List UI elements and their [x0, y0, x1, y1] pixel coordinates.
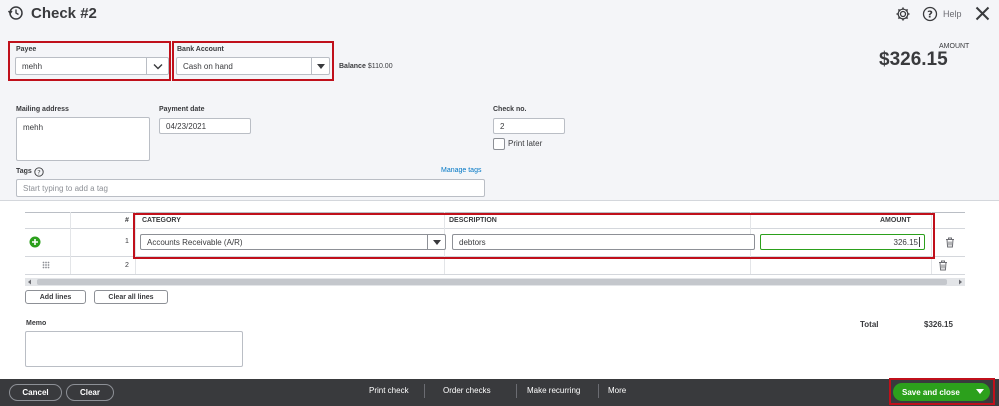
clear-button[interactable]: Clear — [66, 384, 114, 401]
help-icon[interactable]: ? — [922, 6, 938, 22]
total-label: Total — [860, 320, 879, 329]
transaction-header-panel — [0, 0, 999, 201]
tags-info-icon[interactable]: ? — [34, 167, 44, 177]
balance-value: $110.00 — [367, 63, 393, 70]
scroll-left-icon[interactable] — [27, 279, 33, 285]
save-and-close-label: Save and close — [902, 387, 960, 397]
row-number: 1 — [125, 238, 129, 245]
bank-account-select[interactable]: Cash on hand — [176, 57, 330, 75]
svg-text:?: ? — [37, 169, 40, 177]
mailing-address-label: Mailing address — [16, 106, 69, 113]
payee-label: Payee — [16, 46, 37, 53]
chevron-down-icon — [153, 63, 162, 69]
balance-label: Balance — [339, 63, 366, 70]
add-line-icon[interactable] — [29, 236, 41, 248]
svg-text:?: ? — [927, 10, 933, 21]
print-check-link[interactable]: Print check — [369, 386, 409, 395]
check-no-value: 2 — [500, 121, 505, 131]
table-horizontal-scrollbar[interactable] — [25, 278, 965, 286]
total-value: $326.15 — [924, 320, 953, 329]
caret-down-icon — [316, 63, 325, 69]
payee-value: mehh — [22, 61, 43, 71]
payment-date-field[interactable]: 04/23/2021 — [159, 118, 251, 134]
caret-down-icon[interactable] — [976, 389, 984, 394]
print-later-label[interactable]: Print later — [508, 139, 542, 148]
payee-select[interactable]: mehh — [15, 57, 169, 75]
mailing-address-value: mehh — [23, 123, 44, 132]
history-icon[interactable] — [7, 5, 25, 21]
bank-account-dropdown-button[interactable] — [311, 58, 329, 74]
clear-all-lines-button[interactable]: Clear all lines — [94, 290, 168, 304]
save-and-close-button[interactable]: Save and close — [893, 383, 990, 401]
page-title: Check #2 — [31, 5, 97, 22]
gear-icon[interactable] — [895, 6, 911, 22]
memo-field[interactable] — [25, 331, 243, 367]
table-row-2-border — [25, 274, 965, 275]
amount-total: $326.15 — [879, 49, 948, 70]
footer-separator — [516, 384, 517, 398]
trash-icon[interactable] — [945, 237, 955, 248]
payment-date-label: Payment date — [159, 106, 205, 113]
scroll-right-icon[interactable] — [957, 279, 963, 285]
row-number: 2 — [125, 262, 129, 269]
drag-handle-icon[interactable] — [42, 261, 50, 269]
memo-label: Memo — [26, 320, 47, 327]
print-later-checkbox[interactable] — [493, 138, 505, 150]
bank-account-value: Cash on hand — [183, 61, 233, 71]
mailing-address-field[interactable]: mehh — [16, 117, 150, 161]
footer-bar — [0, 379, 999, 406]
help-label[interactable]: Help — [943, 9, 962, 19]
scrollbar-thumb[interactable] — [37, 279, 947, 285]
manage-tags-link[interactable]: Manage tags — [441, 167, 481, 174]
tags-label: Tags — [16, 168, 32, 175]
tags-placeholder: Start typing to add a tag — [23, 183, 108, 193]
footer-separator — [424, 384, 425, 398]
bank-account-label: Bank Account — [177, 46, 224, 53]
more-link[interactable]: More — [608, 386, 626, 395]
order-checks-link[interactable]: Order checks — [443, 386, 491, 395]
make-recurring-link[interactable]: Make recurring — [527, 386, 580, 395]
tags-input[interactable]: Start typing to add a tag — [16, 179, 485, 197]
payee-dropdown-button[interactable] — [146, 58, 168, 74]
add-lines-button[interactable]: Add lines — [25, 290, 86, 304]
check-no-label: Check no. — [493, 106, 527, 113]
col-divider — [70, 212, 71, 274]
cancel-button[interactable]: Cancel — [9, 384, 62, 401]
balance-display: Balance $110.00 — [339, 63, 393, 70]
check-no-field[interactable]: 2 — [493, 118, 565, 134]
close-icon[interactable] — [974, 5, 991, 22]
category-details-highlight — [133, 213, 935, 259]
trash-icon[interactable] — [938, 260, 948, 271]
payment-date-value: 04/23/2021 — [166, 121, 207, 131]
footer-separator — [598, 384, 599, 398]
col-header-num: # — [125, 217, 129, 224]
